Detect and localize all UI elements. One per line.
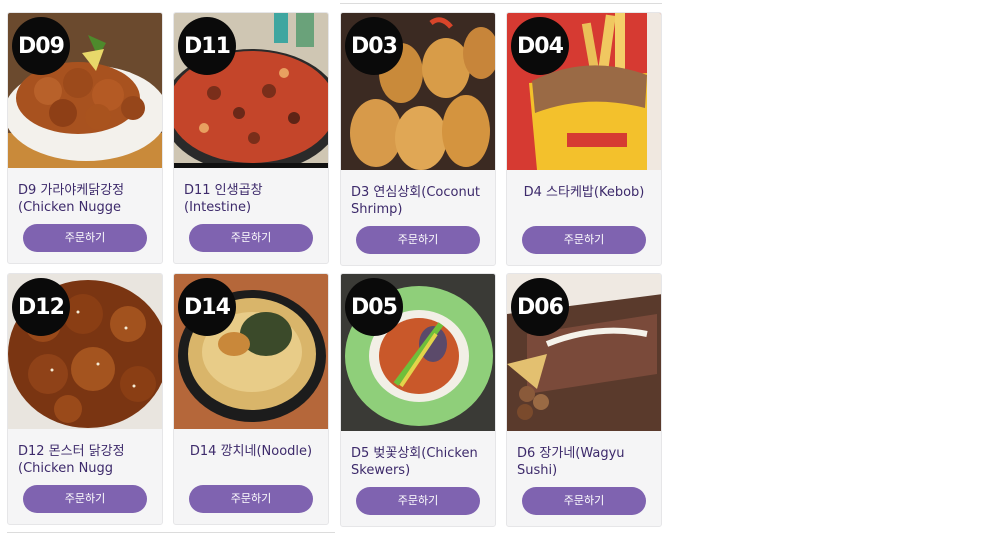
order-button[interactable]: 주문하기 [189, 485, 313, 513]
order-button[interactable]: 주문하기 [189, 224, 313, 252]
order-button[interactable]: 주문하기 [356, 487, 480, 515]
order-button[interactable]: 주문하기 [356, 226, 480, 254]
food-photo: D11 [174, 13, 328, 168]
card-title: D9 가라야케닭강정 (Chicken Nugge [18, 183, 125, 215]
order-button[interactable]: 주문하기 [23, 224, 147, 252]
card-title: D6 장가네(Wagyu Sushi) [517, 446, 625, 478]
food-photo: D09 [8, 13, 162, 168]
badge-d12: D12 [12, 278, 70, 336]
menu-grid-page: D09 D9 가라야케닭강정 (Chicken Nugge 주문하기 D11 D… [0, 0, 1001, 536]
food-photo: D03 [341, 13, 495, 170]
badge-d06: D06 [511, 278, 569, 336]
badge-d09: D09 [12, 17, 70, 75]
order-button[interactable]: 주문하기 [522, 487, 646, 515]
menu-card-d04[interactable]: D04 D4 스타케밥(Kebob) 주문하기 [506, 12, 662, 266]
menu-card-d03[interactable]: D03 D3 연심상회(Coconut Shrimp) 주문하기 [340, 12, 496, 266]
food-photo: D06 [507, 274, 661, 431]
menu-card-d11[interactable]: D11 D11 인생곱창 (Intestine) 주문하기 [173, 12, 329, 264]
divider [7, 532, 335, 533]
order-button[interactable]: 주문하기 [522, 226, 646, 254]
menu-card-d05[interactable]: D05 D5 벚꽃상회(Chicken Skewers) 주문하기 [340, 273, 496, 527]
card-title: D4 스타케밥(Kebob) [523, 185, 645, 200]
menu-card-d09[interactable]: D09 D9 가라야케닭강정 (Chicken Nugge 주문하기 [7, 12, 163, 264]
food-photo: D14 [174, 274, 328, 429]
food-photo: D12 [8, 274, 162, 429]
card-title: D11 인생곱창 (Intestine) [184, 183, 263, 215]
badge-d11: D11 [178, 17, 236, 75]
badge-d14: D14 [178, 278, 236, 336]
badge-d04: D04 [511, 17, 569, 75]
badge-d05: D05 [345, 278, 403, 336]
menu-card-d06[interactable]: D06 D6 장가네(Wagyu Sushi) 주문하기 [506, 273, 662, 527]
food-photo: D04 [507, 13, 661, 170]
badge-d03: D03 [345, 17, 403, 75]
card-title: D3 연심상회(Coconut Shrimp) [351, 185, 481, 217]
food-photo: D05 [341, 274, 495, 431]
card-title: D5 벚꽃상회(Chicken Skewers) [351, 446, 478, 478]
menu-card-d14[interactable]: D14 D14 깡치네(Noodle) 주문하기 [173, 273, 329, 525]
divider [340, 3, 662, 4]
card-title: D14 깡치네(Noodle) [189, 444, 313, 459]
order-button[interactable]: 주문하기 [23, 485, 147, 513]
card-title: D12 몬스터 닭강정 (Chicken Nugg [18, 444, 125, 476]
menu-card-d12[interactable]: D12 D12 몬스터 닭강정 (Chicken Nugg 주문하기 [7, 273, 163, 525]
